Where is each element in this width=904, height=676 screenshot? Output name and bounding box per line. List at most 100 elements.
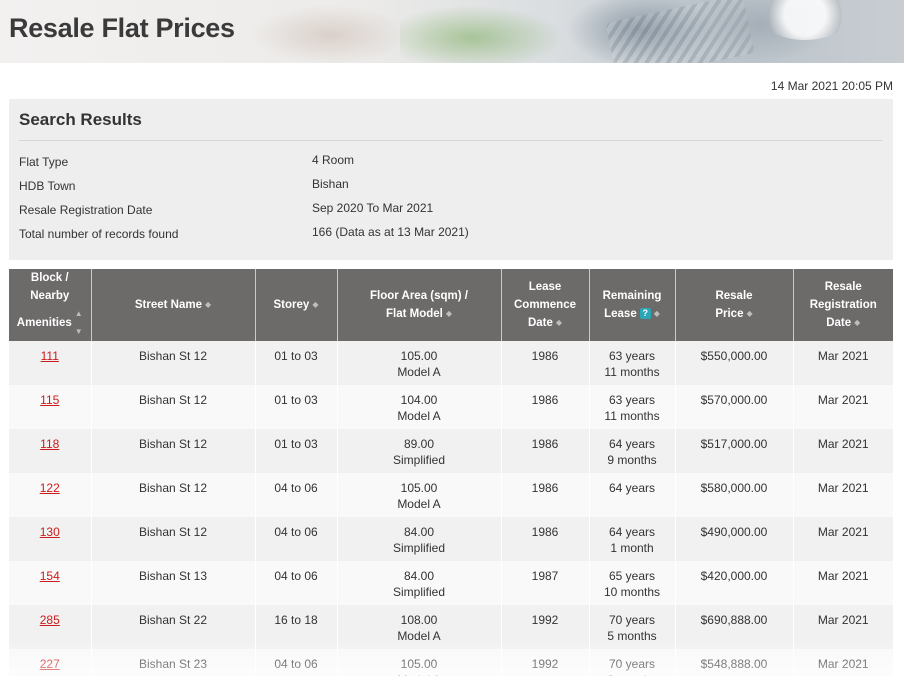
criteria-label: Resale Registration Date: [19, 203, 153, 217]
cell-floor-area: 105.00Model A: [337, 649, 502, 676]
cell-floor-area: 105.00Model A: [337, 473, 502, 517]
column-header-storey[interactable]: Storey ◆: [255, 269, 338, 341]
cell-street: Bishan St 12: [91, 341, 256, 385]
flat-model: Model A: [397, 365, 441, 379]
remaining-months: 11 months: [604, 409, 660, 423]
cell-remaining-lease: 70 years2 months: [589, 649, 676, 676]
cell-block: 118: [9, 429, 92, 473]
table-row: 118 Bishan St 12 01 to 03 89.00 Simplified 19…: [9, 429, 893, 473]
cell-registration-date: Mar 2021: [793, 517, 893, 561]
cell-block: 122: [9, 473, 92, 517]
cell-floor-area: 89.00 Simplified: [337, 429, 502, 473]
floor-area: 84.00: [403, 525, 435, 539]
cell-street: Bishan St 12: [91, 473, 256, 517]
block-link[interactable]: 111: [41, 349, 59, 363]
cell-block: 115: [9, 385, 92, 429]
table-row: 227 Bishan St 2304 to 06105.00Model A1992…: [9, 649, 893, 676]
cell-registration-date: Mar 2021: [793, 473, 893, 517]
cell-registration-date: Mar 2021: [793, 561, 893, 605]
header-text: Commence: [514, 298, 576, 311]
sort-icon[interactable]: ▲ ▼: [75, 305, 83, 341]
cell-storey: 04 to 06: [255, 561, 338, 605]
floor-area: 89.00: [403, 437, 435, 451]
remaining-months: 1 month: [610, 541, 654, 555]
criteria-label: Flat Type: [19, 155, 69, 169]
column-header-floor-area[interactable]: Floor Area (sqm) / Flat Model ◆: [337, 269, 502, 341]
results-table: Block / Nearby Amenities▲ ▼ Street Name ◆ …: [9, 269, 893, 676]
cell-street: Bishan St 12: [91, 429, 256, 473]
cell-remaining-lease: 65 years 10 months: [589, 561, 676, 605]
cell-price: $490,000.00: [675, 517, 794, 561]
cell-lease-date: 1986: [501, 473, 590, 517]
header-text: Resale: [715, 289, 753, 302]
cell-registration-date: Mar 2021: [793, 649, 893, 676]
remaining-years: 64 years: [608, 481, 656, 495]
remaining-years: 63 years: [608, 349, 656, 363]
cell-block: 227: [9, 649, 92, 676]
cell-remaining-lease: 64 years 9 months: [589, 429, 676, 473]
header-text: Date: [826, 317, 852, 330]
cell-floor-area: 108.00 Model A: [337, 605, 502, 649]
table-row: 154 Bishan St 13 04 to 06 84.00 Simplified 19…: [9, 561, 893, 605]
cell-price: $517,000.00: [675, 429, 794, 473]
column-header-remaining-lease[interactable]: Remaining Lease? ◆: [589, 269, 676, 341]
table-row: 122 Bishan St 12 04 to 06 105.00 Model A 1986…: [9, 473, 893, 517]
block-link[interactable]: 285: [40, 613, 60, 627]
column-header-lease-commence[interactable]: Lease Commence Date ◆: [501, 269, 590, 341]
criteria-value: 166 (Data as at 13 Mar 2021): [312, 225, 469, 239]
timestamp: 14 Mar 2021 20:05 PM: [770, 79, 893, 93]
header-text: Remaining: [602, 289, 662, 302]
sort-icon[interactable]: ◆: [854, 314, 860, 332]
floor-area: 84.00: [403, 569, 435, 583]
header-text: Flat Model: [385, 308, 443, 321]
cell-remaining-lease: 70 years 5 months: [589, 605, 676, 649]
criteria-value: Bishan: [312, 177, 349, 191]
cell-storey: 01 to 03: [255, 385, 338, 429]
criteria-value: Sep 2020 To Mar 2021: [312, 201, 434, 215]
sort-icon[interactable]: ◆: [556, 314, 562, 332]
sort-icon[interactable]: ◆: [205, 296, 211, 314]
column-header-block[interactable]: Block / Nearby Amenities▲ ▼: [9, 269, 92, 341]
sort-icon[interactable]: ◆: [312, 296, 318, 314]
cell-lease-date: 1986: [501, 517, 590, 561]
cell-storey: 04 to 06: [255, 649, 338, 676]
floor-area: 104.00: [400, 393, 438, 407]
question-icon[interactable]: ?: [639, 308, 651, 320]
sort-icon[interactable]: ◆: [654, 305, 660, 323]
block-link[interactable]: 154: [40, 569, 60, 583]
block-link[interactable]: 118: [40, 437, 59, 451]
banner-decoration: [250, 5, 410, 63]
header-text: Street Name: [134, 299, 202, 312]
block-link[interactable]: 227: [40, 657, 60, 671]
block-link[interactable]: 115: [40, 393, 59, 407]
cell-street: Bishan St 22: [91, 605, 256, 649]
column-header-resale-price[interactable]: Resale Price ◆: [675, 269, 794, 341]
remaining-years: 64 years: [608, 525, 656, 539]
criteria-label: Total number of records found: [19, 227, 179, 241]
flat-model: Simplified: [392, 585, 446, 599]
cell-block: 130: [9, 517, 92, 561]
cell-lease-date: 1992: [501, 649, 590, 676]
remaining-years: 70 years: [608, 613, 656, 627]
cell-street: Bishan St 13: [91, 561, 256, 605]
remaining-months: 10 months: [603, 585, 661, 599]
remaining-years: 64 years: [608, 437, 656, 451]
search-results-heading: Search Results: [19, 110, 142, 129]
block-link[interactable]: 122: [40, 481, 60, 495]
cell-storey: 01 to 03: [255, 429, 338, 473]
cell-price: $550,000.00: [675, 341, 794, 385]
header-text: Lease: [604, 308, 637, 321]
header-text: Block /: [30, 272, 69, 284]
divider: [19, 140, 882, 141]
header-text: Lease: [528, 280, 562, 293]
sort-icon[interactable]: ◆: [746, 305, 752, 323]
cell-floor-area: 84.00 Simplified: [337, 561, 502, 605]
table-row: 111 Bishan St 12 01 to 03 105.00 Model A 1986…: [9, 341, 893, 385]
cell-block: 154: [9, 561, 92, 605]
block-link[interactable]: 130: [40, 525, 60, 539]
column-header-street-name[interactable]: Street Name ◆: [91, 269, 256, 341]
cell-storey: 04 to 06: [255, 473, 338, 517]
sort-icon[interactable]: ◆: [446, 305, 452, 323]
column-header-registration-date[interactable]: Resale Registration Date ◆: [793, 269, 893, 341]
flat-model: Simplified: [392, 453, 446, 467]
